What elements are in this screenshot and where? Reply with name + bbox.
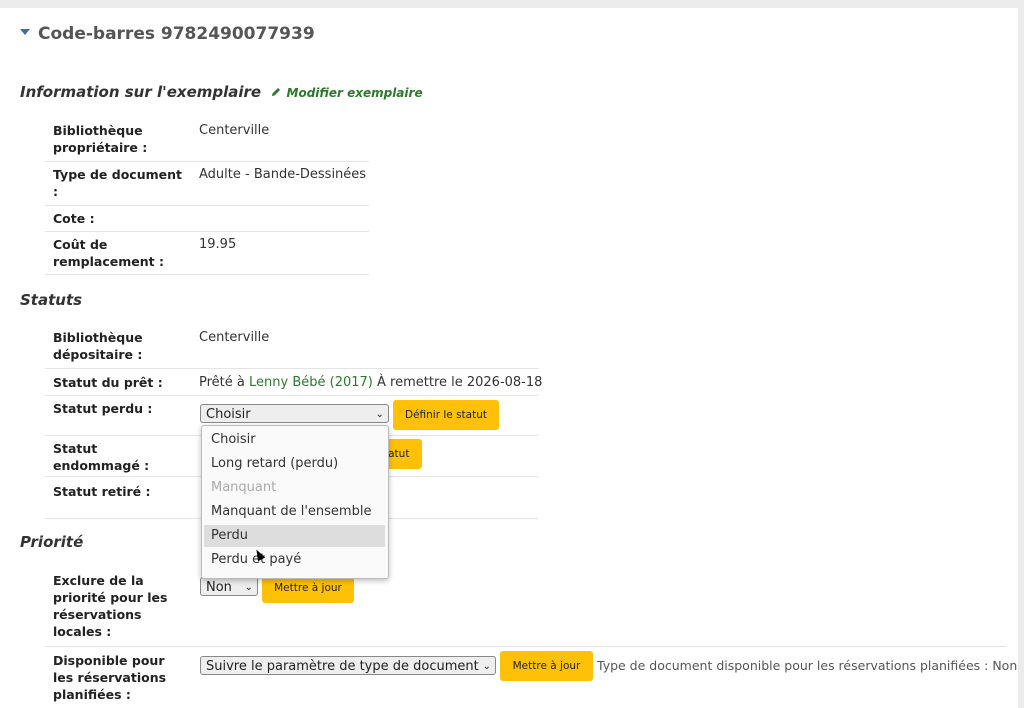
owner-library-label: Bibliothèque propriétaire : <box>53 123 148 155</box>
patron-link[interactable]: Lenny Bébé (2017) <box>249 375 373 390</box>
holding-library-value: Centerville <box>199 330 270 345</box>
exclude-priority-label: Exclure de la priorité pour les réservat… <box>53 573 168 639</box>
dropdown-option[interactable]: Manquant de l'ensemble <box>204 501 385 523</box>
divider <box>45 368 538 369</box>
info-section-title: Information sur l'exemplaire Modifier ex… <box>20 83 423 101</box>
available-scheduled-note: Type de document disponible pour les rés… <box>597 658 1018 673</box>
divider <box>45 395 538 396</box>
statuts-title: Statuts <box>20 291 83 309</box>
dropdown-option[interactable]: Perdu <box>204 525 385 547</box>
loan-status-value: Prêté à Lenny Bébé (2017) À remettre le … <box>199 375 543 390</box>
lost-status-select[interactable]: Choisir ⌄ <box>200 404 389 423</box>
lost-status-label: Statut perdu : <box>53 401 153 416</box>
pencil-icon <box>272 88 281 96</box>
info-title: Information sur l'exemplaire <box>20 83 262 101</box>
update-available-button[interactable]: Mettre à jour <box>500 651 593 681</box>
exclude-priority-select[interactable]: Non ⌄ <box>200 577 258 596</box>
withdrawn-status-label: Statut retiré : <box>53 484 151 499</box>
replacement-cost-label: Coût de remplacement : <box>53 237 164 269</box>
heading-text: Code-barres 9782490077939 <box>38 24 315 44</box>
divider <box>45 646 1007 647</box>
holding-library-label: Bibliothèque dépositaire : <box>53 330 143 362</box>
damaged-status-label: Statut endommagé : <box>53 441 150 473</box>
item-type-label: Type de document : <box>53 167 182 199</box>
lost-status-dropdown[interactable]: Choisir Long retard (perdu) Manquant Man… <box>201 425 389 579</box>
edit-item-link[interactable]: Modifier exemplaire <box>270 86 423 100</box>
available-scheduled-select[interactable]: Suivre le paramètre de type de document ⌄ <box>200 656 496 675</box>
dropdown-option[interactable]: Choisir <box>204 429 385 451</box>
divider <box>45 161 369 162</box>
dropdown-option[interactable]: Long retard (perdu) <box>204 453 385 475</box>
owner-library-value: Centerville <box>199 123 270 138</box>
collapse-caret-icon[interactable] <box>20 29 30 35</box>
divider <box>45 205 369 206</box>
available-scheduled-label: Disponible pour les réservations planifi… <box>53 653 167 702</box>
set-lost-status-button[interactable]: Définir le statut <box>393 400 499 430</box>
item-type-value: Adulte - Bande-Dessinées <box>199 167 367 182</box>
priority-title: Priorité <box>20 533 84 551</box>
barcode-heading[interactable]: Code-barres 9782490077939 <box>20 24 315 44</box>
loan-status-label: Statut du prêt : <box>53 375 163 390</box>
dropdown-option[interactable]: Perdu et payé <box>204 549 385 571</box>
chevron-down-icon: ⌄ <box>482 661 491 672</box>
page: Code-barres 9782490077939 Information su… <box>0 8 1018 708</box>
call-number-label: Cote : <box>53 211 95 226</box>
divider <box>45 274 369 275</box>
dropdown-option: Manquant <box>211 480 277 495</box>
chevron-down-icon: ⌄ <box>244 582 253 593</box>
replacement-cost-value: 19.95 <box>199 237 237 252</box>
chevron-down-icon: ⌄ <box>375 409 384 420</box>
divider <box>45 231 369 232</box>
